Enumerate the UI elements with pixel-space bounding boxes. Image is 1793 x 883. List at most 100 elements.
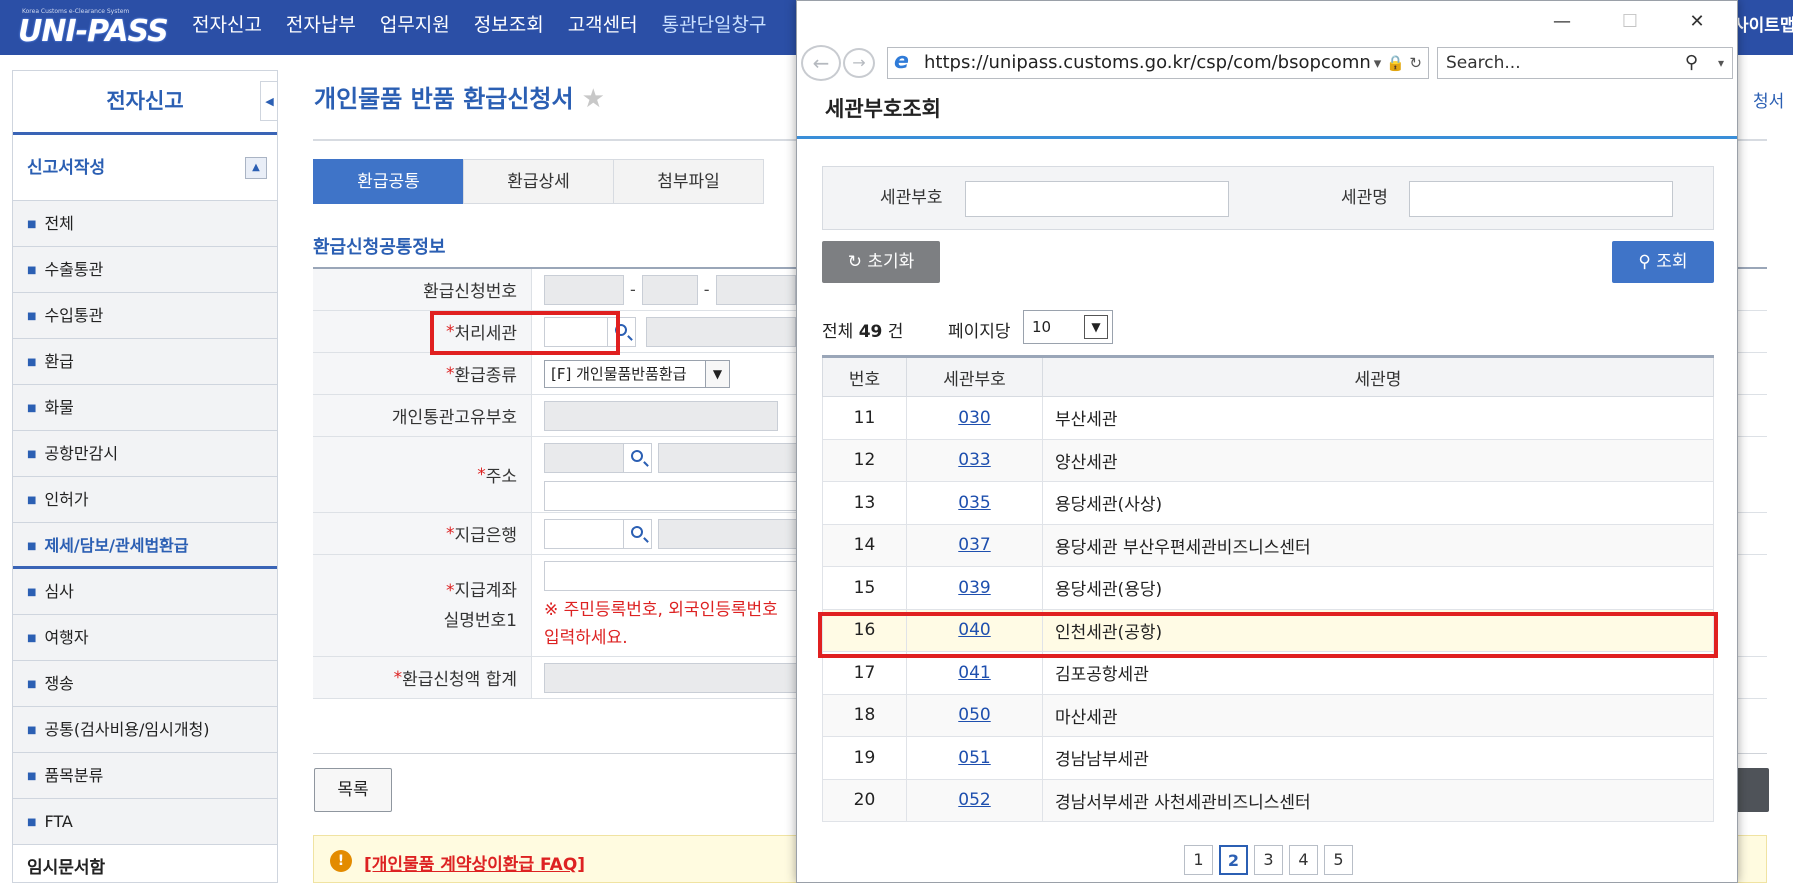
sidebar-item-label: 환급 xyxy=(44,352,74,371)
customs-code-link[interactable]: 050 xyxy=(958,705,990,725)
bank-code-input[interactable] xyxy=(544,518,624,549)
sidebar-title-text: 전자신고 xyxy=(106,89,184,113)
tab-attachments[interactable]: 첨부파일 xyxy=(613,159,764,204)
minimize-icon[interactable]: — xyxy=(1549,9,1575,35)
table-row[interactable]: 13 035 용당세관(사상) xyxy=(822,481,1714,525)
refund-no-part1[interactable] xyxy=(544,274,624,305)
row-code-cell: 033 xyxy=(906,438,1043,482)
section-collapse-icon[interactable]: ▲ xyxy=(245,157,267,179)
sidebar-title: 전자신고 ◀ xyxy=(13,71,277,135)
sidebar-item-common[interactable]: ■ 공통(검사비용/임시개청) xyxy=(13,707,277,753)
table-row[interactable]: 20 052 경남서부세관 사천세관비즈니스센터 xyxy=(822,778,1714,822)
page-button-1[interactable]: 1 xyxy=(1184,845,1213,875)
warning-icon: ! xyxy=(330,850,352,872)
browser-search-field[interactable]: Search... ⚲ ▾ xyxy=(1437,47,1733,79)
sidebar-item-import[interactable]: ■ 수입통관 xyxy=(13,293,277,339)
filter-code-label: 세관부호 xyxy=(880,188,943,208)
page-button-5[interactable]: 5 xyxy=(1324,845,1353,875)
table-row[interactable]: 15 039 용당세관(용당) xyxy=(822,566,1714,610)
favorite-star-icon[interactable]: ★ xyxy=(582,84,605,114)
search-button[interactable]: ⚲ 조회 xyxy=(1612,241,1714,283)
table-row[interactable]: 11 030 부산세관 xyxy=(822,396,1714,440)
sidebar-item-fta[interactable]: ■ FTA xyxy=(13,799,277,845)
sitemap-link[interactable]: 사이트맵 xyxy=(1733,0,1793,52)
row-code-cell: 052 xyxy=(906,778,1043,822)
customs-code-link[interactable]: 052 xyxy=(958,790,990,810)
customs-code-link[interactable]: 051 xyxy=(958,748,990,768)
table-row[interactable]: 19 051 경남남부세관 xyxy=(822,736,1714,780)
reset-button[interactable]: ↻ 초기화 xyxy=(822,241,940,283)
refund-type-select[interactable]: [F] 개인물품반품환급 ▼ xyxy=(544,359,730,388)
search-icon[interactable]: ⚲ xyxy=(1685,48,1698,78)
sidebar-temp-docs[interactable]: 임시문서함 xyxy=(13,845,277,882)
address-detail-input[interactable] xyxy=(544,481,804,511)
row-number: 12 xyxy=(822,438,907,482)
account-input[interactable] xyxy=(544,561,804,591)
back-arrow-icon[interactable]: ← xyxy=(801,45,841,81)
sidebar-item-dispute[interactable]: ■ 쟁송 xyxy=(13,661,277,707)
sidebar-item-audit[interactable]: ■ 심사 xyxy=(13,569,277,615)
nav-e-payment[interactable]: 전자납부 xyxy=(286,0,356,55)
page-button-4[interactable]: 4 xyxy=(1289,845,1318,875)
nav-customer-center[interactable]: 고객센터 xyxy=(568,0,638,55)
faq-link[interactable]: [개인물품 계약상이환급 FAQ] xyxy=(364,850,585,875)
nav-info-lookup[interactable]: 정보조회 xyxy=(474,0,544,55)
row-number: 18 xyxy=(822,693,907,737)
customs-code-link[interactable]: 035 xyxy=(958,493,990,513)
sidebar-section-header[interactable]: 신고서작성 ▲ xyxy=(13,135,277,201)
maximize-icon[interactable]: ☐ xyxy=(1617,9,1643,35)
result-count-suffix: 건 xyxy=(887,322,904,342)
customs-code-link[interactable]: 041 xyxy=(958,663,990,683)
nav-business-support[interactable]: 업무지원 xyxy=(380,0,450,55)
bank-name-field xyxy=(658,518,808,549)
refund-no-part3[interactable] xyxy=(715,274,796,305)
tab-refund-common[interactable]: 환급공통 xyxy=(313,159,464,204)
browser-search-placeholder: Search... xyxy=(1446,53,1521,73)
table-row[interactable]: 14 037 용당세관 부산우편세관비즈니스센터 xyxy=(822,523,1714,567)
tab-refund-detail[interactable]: 환급상세 xyxy=(463,159,614,204)
sidebar-item-cargo[interactable]: ■ 화물 xyxy=(13,385,277,431)
customs-code-filter-input[interactable] xyxy=(965,181,1229,217)
page-button-2-current[interactable]: 2 xyxy=(1219,845,1248,875)
page-title: 개인물품 반품 환급신청서 ★ xyxy=(314,79,605,114)
bullet-icon: ■ xyxy=(27,311,37,322)
row-code-cell: 037 xyxy=(906,523,1043,567)
sidebar-item-all[interactable]: ■ 전체 xyxy=(13,201,277,247)
right-edge-link[interactable]: 청서 xyxy=(1753,87,1784,112)
sidebar-item-refund[interactable]: ■ 환급 xyxy=(13,339,277,385)
customs-code-link[interactable]: 030 xyxy=(958,408,990,428)
sidebar-item-permits[interactable]: ■ 인허가 xyxy=(13,477,277,523)
sidebar-item-classification[interactable]: ■ 품목분류 xyxy=(13,753,277,799)
per-page-select[interactable]: 10 ▼ xyxy=(1023,310,1113,344)
table-row[interactable]: 18 050 마산세관 xyxy=(822,693,1714,737)
sidebar-collapse-icon[interactable]: ◀ xyxy=(260,81,277,121)
sidebar-item-label: 전체 xyxy=(44,214,74,233)
url-text: https://unipass.customs.go.kr/csp/com/bs… xyxy=(924,52,1400,73)
table-row[interactable]: 12 033 양산세관 xyxy=(822,438,1714,482)
customs-code-link[interactable]: 039 xyxy=(958,578,990,598)
bullet-icon: ■ xyxy=(27,771,37,782)
row-code-cell: 035 xyxy=(906,481,1043,525)
sidebar-item-port-surveillance[interactable]: ■ 공항만감시 xyxy=(13,431,277,477)
nav-single-window[interactable]: 통관단일창구 xyxy=(662,0,767,55)
sidebar-item-export[interactable]: ■ 수출통관 xyxy=(13,247,277,293)
refund-no-part2[interactable] xyxy=(641,274,698,305)
list-button[interactable]: 목록 xyxy=(314,768,392,812)
chevron-down-icon[interactable]: ▾ xyxy=(1718,48,1724,78)
unipass-logo[interactable]: Korea Customs e-Clearance System UNI-PAS… xyxy=(18,8,169,50)
url-field[interactable]: e https://unipass.customs.go.kr/csp/com/… xyxy=(887,47,1429,79)
page-button-3[interactable]: 3 xyxy=(1254,845,1283,875)
customs-name-filter-input[interactable] xyxy=(1409,181,1673,217)
close-icon[interactable]: ✕ xyxy=(1684,9,1710,35)
sidebar-item-tax-collateral[interactable]: ■ 제세/담보/관세법환급 xyxy=(13,523,277,569)
url-lock-refresh-icons[interactable]: ▾ 🔒 ↻ xyxy=(1369,48,1422,78)
forward-arrow-icon[interactable]: → xyxy=(843,48,875,78)
row-customs-name: 경남서부세관 사천세관비즈니스센터 xyxy=(1042,778,1714,822)
sidebar-item-traveler[interactable]: ■ 여행자 xyxy=(13,615,277,661)
customs-code-link[interactable]: 033 xyxy=(958,450,990,470)
address-search-button[interactable] xyxy=(624,443,652,473)
result-count-prefix: 전체 xyxy=(822,322,854,342)
bank-search-button[interactable] xyxy=(624,518,652,549)
customs-code-link[interactable]: 037 xyxy=(958,535,990,555)
nav-e-declaration[interactable]: 전자신고 xyxy=(192,0,262,55)
